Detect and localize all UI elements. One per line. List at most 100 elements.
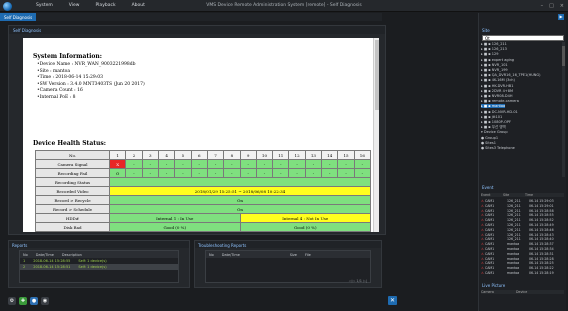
health-table: No. 1 2 3 4 5 6 7 8 9 10 11 12 13 14 15 16 Camera Signal X…: [35, 150, 372, 232]
reports-header: Reports: [9, 241, 189, 248]
channel-header: 10: [255, 150, 274, 160]
recording-fail-cell: -: [304, 168, 323, 178]
recording-fail-cell: -: [223, 168, 241, 178]
hdd2-status: Internal 4 : Not In Use: [239, 213, 371, 223]
tree-item[interactable]: ● Sites3 Telephone: [481, 146, 561, 151]
row-label: HDD Temperature: [35, 231, 110, 232]
tree-item-label: ▸ ■ ▪ 126_213: [481, 47, 507, 52]
self-diagnosis-panel: Self Diagnosis System Information: Devic…: [8, 25, 386, 235]
troubleshooting-list: No Date/Time Size File: [205, 250, 371, 283]
reports-list: No Date/Time Description 1 2018-06-14 15…: [19, 250, 179, 283]
row-label: Disk Bad: [35, 222, 110, 232]
hdd1-status: Internal 1 : In Use: [109, 213, 241, 223]
col-size[interactable]: Size: [290, 253, 297, 257]
col-datetime[interactable]: Date/Time: [222, 253, 282, 257]
health-row-no: No. 1 2 3 4 5 6 7 8 9 10 11 12 13 14 15 16: [35, 150, 372, 160]
camera-signal-cell: -: [288, 159, 306, 169]
row-label: HDD#: [35, 213, 110, 223]
camera-signal-cell: -: [272, 159, 290, 169]
col-site[interactable]: Site: [503, 193, 525, 197]
hdd-temp-2: Good (41.0C): [239, 231, 371, 232]
col-camera[interactable]: Camera: [481, 290, 516, 294]
disk-bad-2: Good (0 %): [239, 222, 371, 232]
row-label: Record > Recycle: [35, 195, 110, 205]
record-icon[interactable]: ●: [30, 297, 38, 305]
menu-playback[interactable]: Playback: [95, 3, 115, 8]
col-event[interactable]: Event: [481, 193, 503, 197]
menu-system[interactable]: System: [36, 3, 53, 8]
channel-header: 2: [125, 150, 143, 160]
col-device[interactable]: Device: [516, 290, 551, 294]
tab-self-diagnosis[interactable]: Self Diagnosis: [0, 13, 37, 21]
recording-fail-cell: -: [157, 168, 176, 178]
row-time: 2018-06-14 15:28:55: [33, 259, 71, 263]
channel-header: 14: [321, 150, 339, 160]
camera-signal-cell: -: [255, 159, 274, 169]
live-picture-header: Live Picture: [482, 282, 506, 288]
device-name: Device Name : NVR_WAN_9003221998db: [37, 62, 145, 69]
col-no[interactable]: No: [209, 253, 214, 257]
tree-item-label: ▸ ■ ▪ remote-camera: [481, 99, 519, 104]
camera-signal-cell: X: [108, 159, 127, 169]
row-no: 2: [23, 265, 26, 269]
col-file[interactable]: File: [305, 253, 311, 257]
col-datetime[interactable]: Date/Time: [36, 253, 54, 257]
close-panel-icon[interactable]: ✕: [388, 296, 397, 305]
recording-fail-cell: O: [108, 168, 127, 178]
tree-item-label: ▸ ■ ▪ mantoa: [481, 104, 506, 109]
channel-header: 13: [304, 150, 323, 160]
health-row-recorded-video: Recorded Video 2018/01/29 15:25:51 ~ 2018…: [35, 186, 371, 196]
maximize-icon[interactable]: □: [549, 3, 554, 9]
disk-bad-1: Good (0 %): [109, 222, 241, 232]
health-row-hdd-temp: HDD TemperatureGood (44.0C)Good (41.0C): [35, 231, 371, 232]
tree-item-label: ▸ ■ ▪ NVR08-D4H: [481, 94, 513, 99]
health-row-camera-signal: Camera Signal X - - - - - - - - - - - - - - -: [35, 159, 372, 169]
health-row-recording-fail: Recording Fail O - - - - - - - - - - - - - - -: [35, 168, 372, 178]
recording-fail-cell: -: [288, 168, 306, 178]
event-name: CAM1: [485, 270, 495, 275]
channel-header: 12: [288, 150, 306, 160]
menu-about[interactable]: About: [132, 3, 145, 8]
col-description[interactable]: Description: [62, 253, 82, 257]
settings-icon[interactable]: ⚙: [8, 297, 16, 305]
pager[interactable]: ◁ ▷ 1/1 ▷|: [349, 279, 367, 283]
channel-header: 5: [174, 150, 192, 160]
hdd-temp-1: Good (44.0C): [109, 231, 241, 232]
col-time[interactable]: Time: [525, 193, 560, 197]
close-icon[interactable]: ×: [560, 3, 564, 9]
document-scrollbar[interactable]: [373, 38, 379, 232]
table-row[interactable]: 2 2018-06-14 15:28:51 Self: 1 device(s): [20, 264, 178, 270]
event-time: 06-14 15:28:19: [529, 270, 554, 275]
tree-item-label: ▸ ■ ▪ QA_DVR16_16_TPE1(HUNG): [481, 73, 541, 78]
camera-icon[interactable]: ◉: [41, 297, 49, 305]
menu-view[interactable]: View: [69, 3, 80, 8]
tree-scrollbar[interactable]: [562, 42, 565, 177]
minimize-icon[interactable]: –: [541, 3, 544, 9]
tree-item-label: ▾ Device Group: [481, 130, 508, 135]
internal-poe: Internal PoE : 8: [37, 95, 145, 102]
channel-header: 9: [239, 150, 257, 160]
title-bar: VMS Device Remote Administration System …: [0, 0, 568, 12]
event-row[interactable]: ⚠ CAM1 mantoa 06-14 15:28:19: [481, 271, 564, 276]
recorded-video-range: 2018/01/29 15:25:51 ~ 2018/06/08 10:22:3…: [109, 186, 371, 196]
recording-status-cell: [109, 177, 371, 187]
recording-fail-cell: -: [255, 168, 274, 178]
panel-toggle-icon[interactable]: ▶: [558, 14, 564, 20]
col-no[interactable]: No: [23, 253, 28, 257]
panel-header: Self Diagnosis: [9, 26, 385, 34]
recording-fail-cell: -: [337, 168, 355, 178]
tree-item-label: ▸ ■ ▪ 1080P-OPF: [481, 120, 511, 125]
camera-signal-cell: -: [206, 159, 225, 169]
tree-item-label: ▸ ■ ▪ NVR_199: [481, 68, 508, 73]
site-search-input[interactable]: Qt: [482, 35, 564, 41]
channel-header: 8: [223, 150, 241, 160]
tree-item-label: ● Sites3 Telephone: [481, 146, 515, 151]
reports-panel: Reports No Date/Time Description 1 2018-…: [8, 240, 190, 288]
camera-signal-cell: -: [239, 159, 257, 169]
bottom-toolbar: ⚙ ✚ ● ◉: [0, 292, 382, 311]
scroll-thumb[interactable]: [375, 40, 379, 110]
camera-signal-cell: -: [157, 159, 176, 169]
channel-header: 6: [190, 150, 208, 160]
diagnosis-icon[interactable]: ✚: [19, 297, 27, 305]
record-recycle-value: On: [109, 195, 371, 205]
